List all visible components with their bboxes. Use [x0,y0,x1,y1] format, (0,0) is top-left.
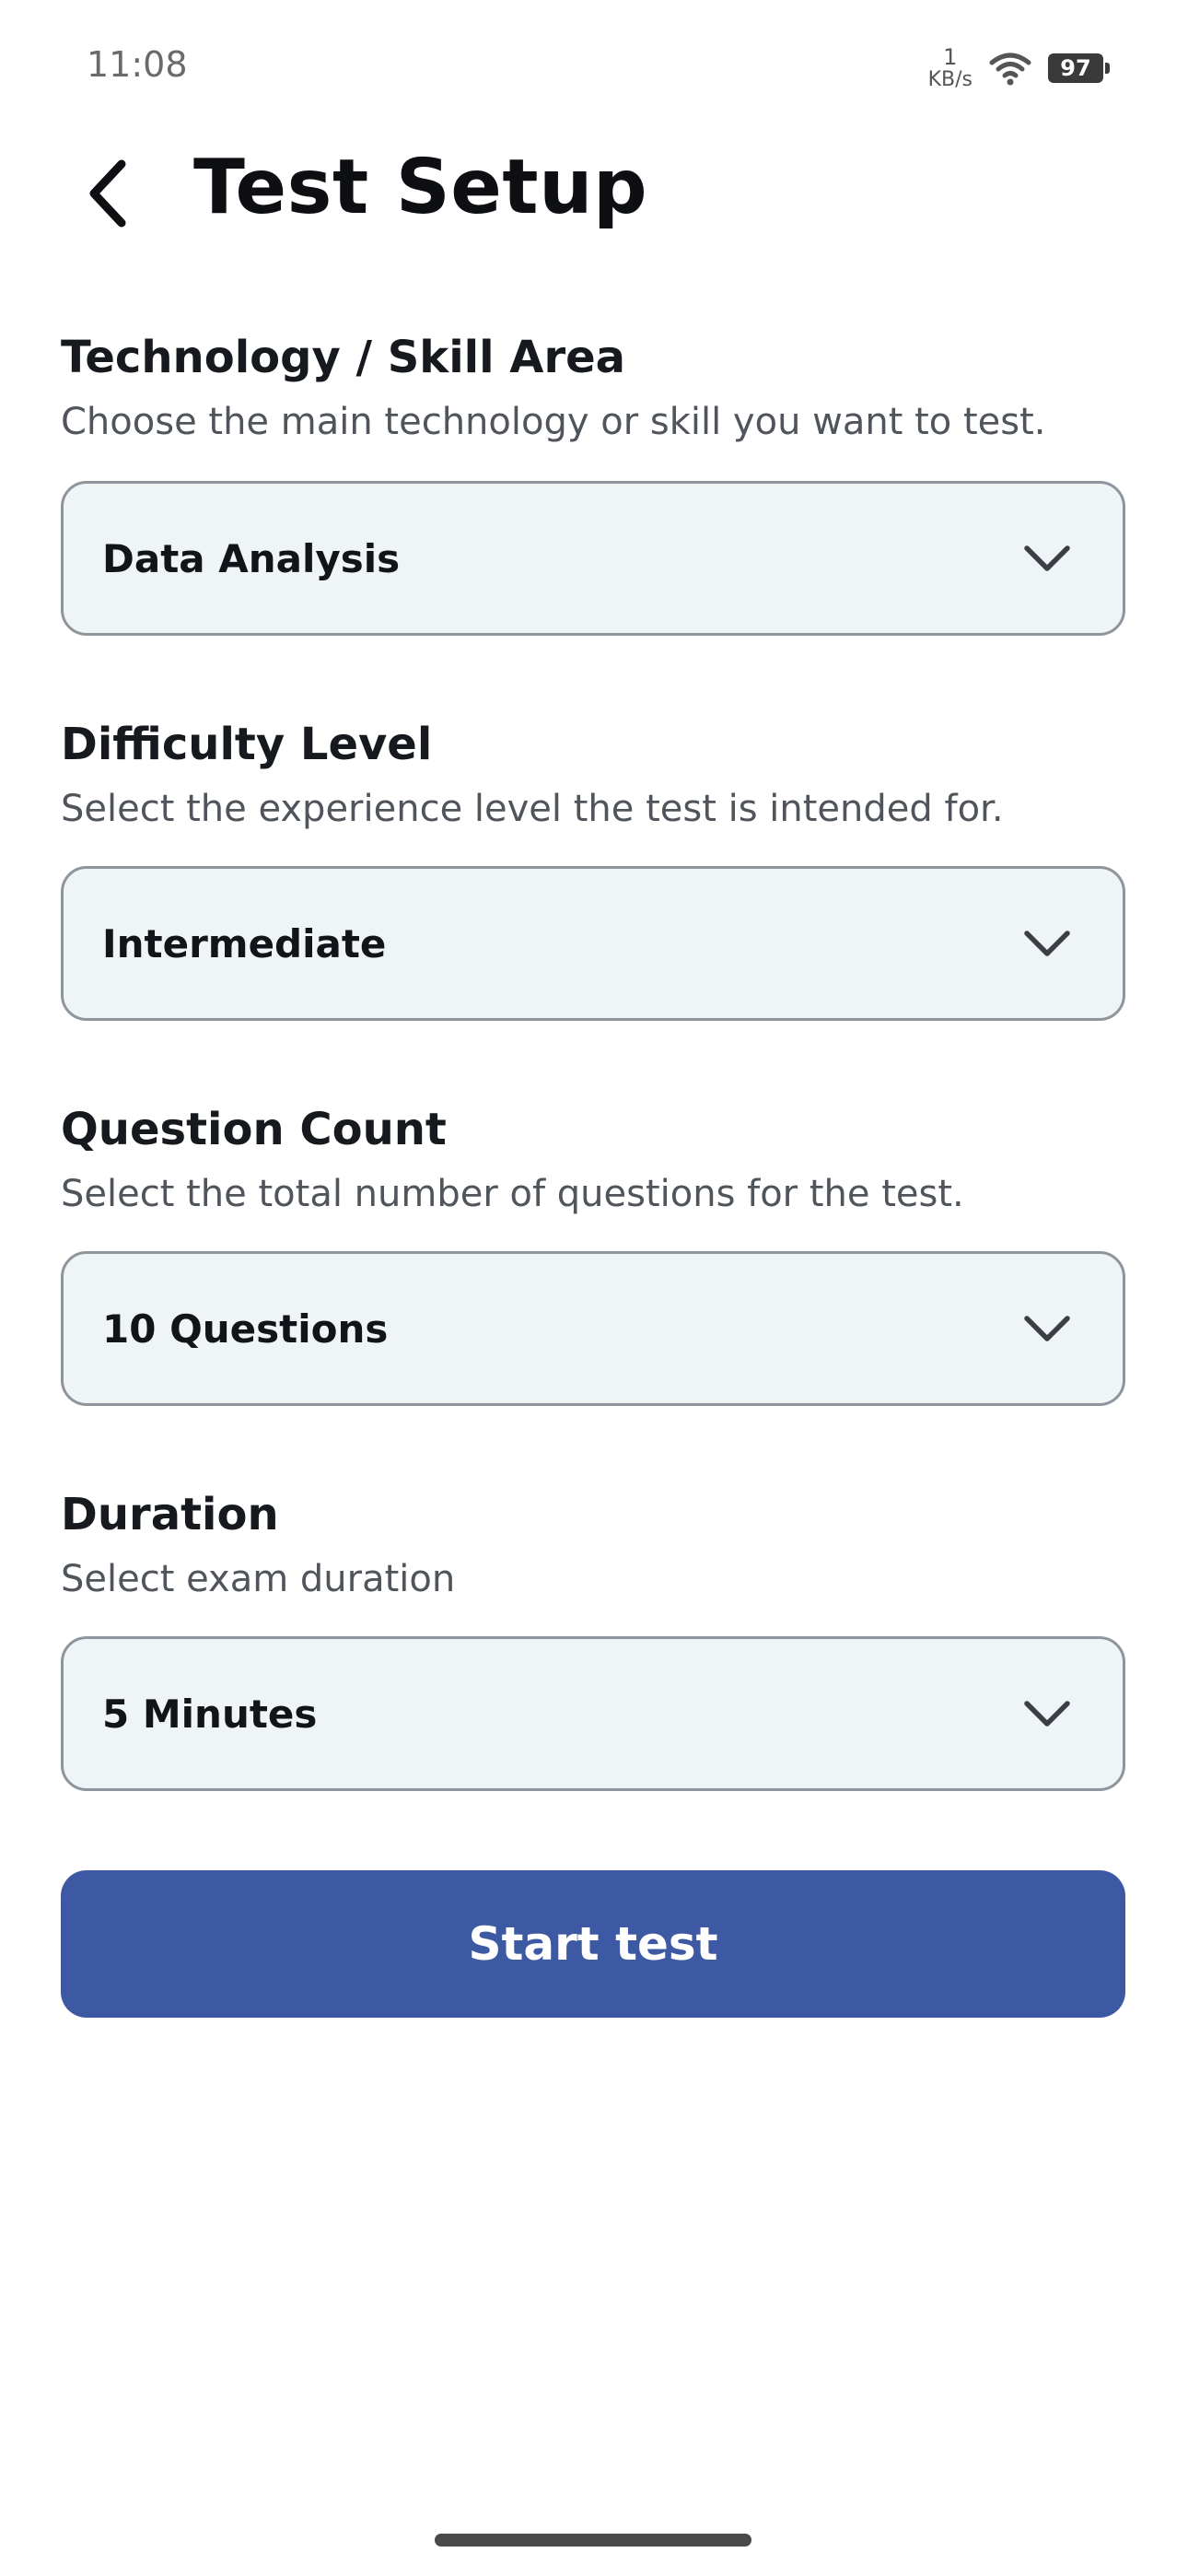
battery-level: 97 [1060,55,1091,81]
app-header: Test Setup [0,138,1188,249]
section-title: Question Count [61,1104,447,1155]
chevron-down-icon [1023,919,1071,967]
status-time: 11:08 [87,44,188,85]
dropdown-selected-value: 10 Questions [102,1306,389,1352]
page-title: Test Setup [193,144,648,231]
wifi-icon [989,53,1031,86]
duration-dropdown[interactable]: 5 Minutes [61,1636,1125,1791]
section-title: Technology / Skill Area [61,332,626,383]
status-bar: 11:08 1 KB/s 97 [0,0,1188,138]
chevron-down-icon [1023,534,1071,582]
section-title: Difficulty Level [61,719,433,770]
network-speed-value: 1 [943,44,958,70]
difficulty-dropdown[interactable]: Intermediate [61,866,1125,1021]
home-indicator[interactable] [435,2534,751,2547]
question-count-dropdown[interactable]: 10 Questions [61,1251,1125,1406]
section-description: Select the total number of questions for… [61,1173,964,1215]
section-description: Select the experience level the test is … [61,788,1004,830]
dropdown-selected-value: 5 Minutes [102,1691,318,1737]
status-indicators: 1 KB/s 97 [928,42,1110,94]
section-duration: Duration Select exam duration 5 Minutes [61,1485,1129,1808]
dropdown-selected-value: Intermediate [102,920,387,966]
section-title: Duration [61,1489,279,1540]
chevron-down-icon [1023,1690,1071,1738]
section-technology: Technology / Skill Area Choose the main … [61,328,1129,650]
section-difficulty: Difficulty Level Select the experience l… [61,715,1129,1037]
section-description: Choose the main technology or skill you … [61,401,1046,443]
network-speed-unit: KB/s [927,68,973,91]
section-description: Select exam duration [61,1558,456,1600]
dropdown-selected-value: Data Analysis [102,535,401,581]
back-button[interactable] [61,146,157,241]
start-test-button[interactable]: Start test [61,1870,1125,2018]
network-speed: 1 KB/s [928,46,973,90]
battery-icon: 97 [1048,53,1110,83]
chevron-left-icon [89,159,126,228]
start-test-label: Start test [468,1917,718,1971]
chevron-down-icon [1023,1305,1071,1352]
section-question-count: Question Count Select the total number o… [61,1100,1129,1423]
technology-dropdown[interactable]: Data Analysis [61,481,1125,636]
